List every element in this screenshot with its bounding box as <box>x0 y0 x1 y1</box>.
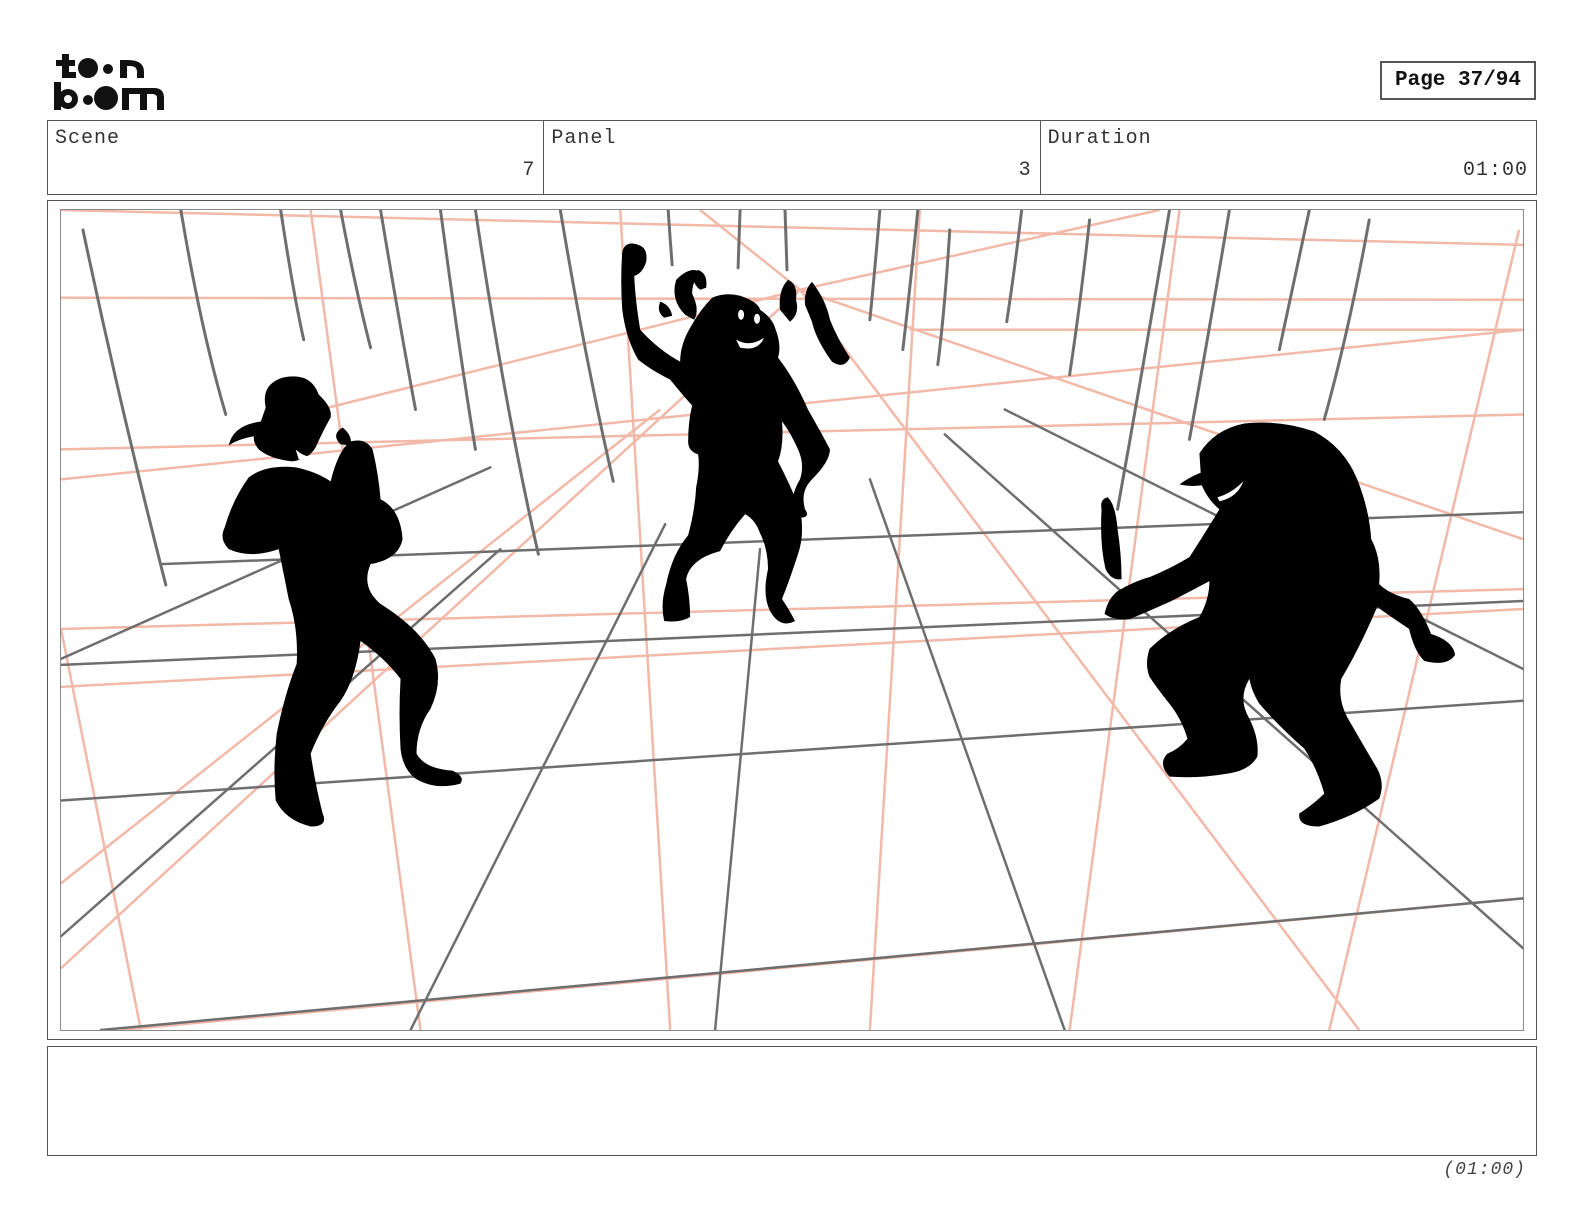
panel-info-bar: Scene 7 Panel 3 Duration 01:00 <box>47 120 1537 195</box>
panel-caption-box <box>47 1046 1537 1156</box>
toon-boom-logo <box>50 50 170 116</box>
page-number: Page 37/94 <box>1380 61 1536 100</box>
scene-label: Scene <box>55 127 121 150</box>
panel-cell: Panel 3 <box>544 121 1041 194</box>
footer-duration: (01:00) <box>1443 1160 1526 1180</box>
scene-value: 7 <box>522 159 536 182</box>
duration-label: Duration <box>1047 127 1152 150</box>
duration-cell: Duration 01:00 <box>1041 121 1536 194</box>
panel-value: 3 <box>1018 159 1032 182</box>
panel-label: Panel <box>551 127 617 150</box>
storyboard-panel <box>47 200 1537 1040</box>
storyboard-sketch <box>61 210 1523 1030</box>
scene-cell: Scene 7 <box>48 121 545 194</box>
panel-drawing-area <box>60 209 1524 1031</box>
duration-value: 01:00 <box>1462 159 1528 182</box>
